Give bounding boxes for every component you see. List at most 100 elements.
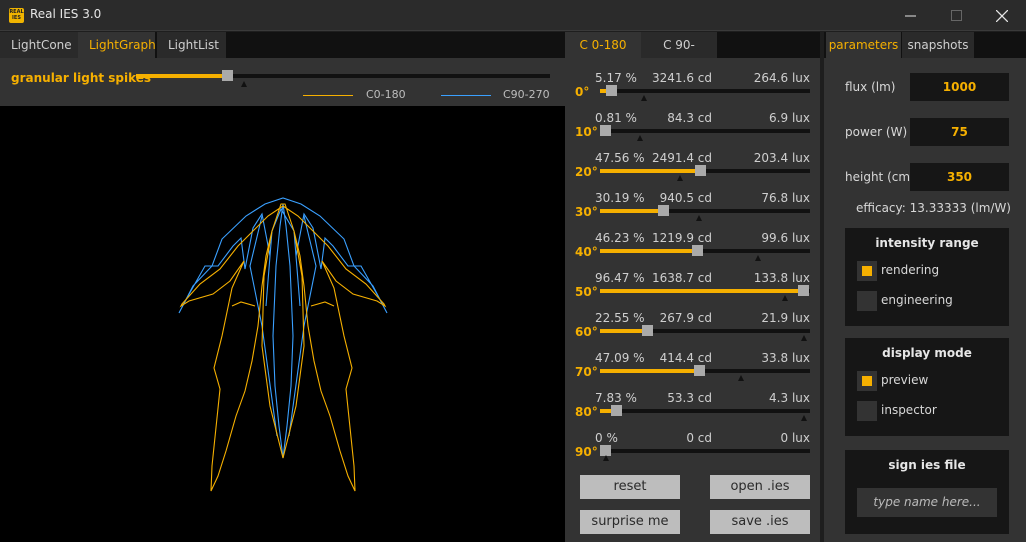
angle-row: 5.17 % 3241.6 cd 264.6 lux 0° [565, 58, 820, 101]
angle-lux: 33.8 lux [761, 351, 810, 365]
maximize-icon [950, 10, 962, 21]
title-bar: REAL IES Real IES 3.0 [0, 0, 1026, 31]
angle-slider[interactable] [600, 285, 810, 301]
angle-percent: 5.17 % [595, 71, 637, 85]
angle-slider[interactable] [600, 365, 810, 381]
spikes-slider-knob[interactable] [222, 70, 234, 81]
angle-slider-knob[interactable] [658, 205, 670, 216]
angle-slider-fill [600, 209, 664, 213]
angle-slider[interactable] [600, 245, 810, 261]
display-mode-group: display mode preview inspector [845, 338, 1009, 436]
angle-lux: 0 lux [780, 431, 811, 445]
reset-button[interactable]: reset [580, 475, 680, 499]
graph-header: granular light spikes C0-180 C90-270 [0, 58, 565, 106]
angle-percent: 7.83 % [595, 391, 637, 405]
rendering-checkbox[interactable] [857, 261, 877, 281]
app-logo-icon: REAL IES [9, 8, 24, 23]
angle-slider[interactable] [600, 325, 810, 341]
flux-field[interactable]: 1000 [910, 73, 1009, 101]
angle-candela: 2491.4 cd [651, 151, 712, 165]
curve-c0-180 [179, 203, 387, 492]
tab-c0-180[interactable]: C 0-180 [565, 32, 641, 58]
preview-checkbox[interactable] [857, 371, 877, 391]
rendering-label: rendering [881, 263, 940, 277]
angle-row: 46.23 % 1219.9 cd 99.6 lux 40° [565, 218, 820, 261]
angle-row: 47.09 % 414.4 cd 33.8 lux 70° [565, 338, 820, 381]
tab-lightlist[interactable]: LightList [157, 32, 226, 58]
angle-label: 80° [575, 405, 598, 419]
surprise-me-button[interactable]: surprise me [580, 510, 680, 534]
angle-row: 7.83 % 53.3 cd 4.3 lux 80° [565, 378, 820, 421]
power-label: power (W) [845, 125, 908, 139]
spikes-slider-fill [136, 74, 228, 78]
power-field[interactable]: 75 [910, 118, 1009, 146]
sign-ies-title: sign ies file [888, 458, 966, 472]
window-title: Real IES 3.0 [30, 7, 102, 21]
tab-lightcone[interactable]: LightCone [0, 32, 78, 58]
angle-slider-fill [600, 249, 698, 253]
angle-sliders-panel: 5.17 % 3241.6 cd 264.6 lux 0° 0.81 % 84.… [565, 58, 820, 542]
angle-row: 30.19 % 940.5 cd 76.8 lux 30° [565, 178, 820, 221]
inspector-checkbox[interactable] [857, 401, 877, 421]
angle-slider[interactable] [600, 85, 810, 101]
angle-candela: 53.3 cd [667, 391, 712, 405]
angle-slider[interactable] [600, 405, 810, 421]
angle-slider-knob[interactable] [797, 285, 809, 296]
tab-parameters[interactable]: parameters [826, 32, 901, 58]
angle-label: 60° [575, 325, 598, 339]
angle-row: 22.55 % 267.9 cd 21.9 lux 60° [565, 298, 820, 341]
right-tab-bar: parameters snapshots [824, 32, 1026, 58]
angle-slider-knob[interactable] [605, 85, 617, 96]
c-plane-tab-bar: C 0-180 C 90-270 [565, 32, 820, 78]
angle-candela: 1638.7 cd [651, 271, 712, 285]
angle-percent: 30.19 % [595, 191, 645, 205]
flux-label: flux (lm) [845, 80, 896, 94]
angle-lux: 203.4 lux [753, 151, 810, 165]
maximize-button[interactable] [933, 0, 979, 31]
tab-c90-270[interactable]: C 90-270 [641, 32, 717, 78]
tab-snapshots[interactable]: snapshots [902, 32, 974, 58]
angle-lux: 133.8 lux [753, 271, 810, 285]
close-button[interactable] [979, 0, 1025, 31]
legend-line-c90 [441, 95, 491, 96]
tab-lightgraph[interactable]: LightGraph [78, 32, 156, 58]
angle-slider[interactable] [600, 165, 810, 181]
engineering-checkbox[interactable] [857, 291, 877, 311]
angle-slider-fill [600, 169, 700, 173]
minimize-icon [904, 15, 916, 17]
minimize-button[interactable] [887, 0, 933, 31]
angle-label: 90° [575, 445, 598, 459]
polar-light-curve [178, 197, 388, 492]
open-ies-button[interactable]: open .ies [710, 475, 810, 499]
height-field[interactable]: 350 [910, 163, 1009, 191]
angle-percent: 47.09 % [595, 351, 645, 365]
angle-slider-knob[interactable] [694, 165, 706, 176]
angle-slider-fill [600, 289, 803, 293]
sign-name-input[interactable]: type name here... [857, 488, 997, 517]
angle-slider[interactable] [600, 125, 810, 141]
angle-row: 0.81 % 84.3 cd 6.9 lux 10° [565, 98, 820, 141]
angle-slider-knob[interactable] [600, 125, 611, 136]
angle-label: 0° [575, 85, 590, 99]
angle-label: 70° [575, 365, 598, 379]
angle-lux: 6.9 lux [769, 111, 810, 125]
angle-candela: 3241.6 cd [651, 71, 712, 85]
angle-slider-knob[interactable] [693, 365, 705, 376]
parameters-panel: flux (lm) 1000 power (W) 75 height (cm) … [824, 58, 1026, 542]
angle-slider-knob[interactable] [611, 405, 623, 416]
angle-slider-knob[interactable] [642, 325, 654, 336]
angle-candela: 84.3 cd [667, 111, 712, 125]
spikes-slider[interactable] [136, 70, 550, 81]
display-mode-title: display mode [882, 346, 972, 360]
efficacy-readout: efficacy: 13.33333 (lm/W) [856, 201, 1011, 215]
angle-lux: 21.9 lux [761, 311, 810, 325]
angle-slider-knob[interactable] [692, 245, 704, 256]
left-tab-bar: LightCone LightGraph LightList [0, 32, 565, 58]
angle-slider[interactable] [600, 445, 810, 461]
light-graph[interactable] [0, 106, 565, 542]
save-ies-button[interactable]: save .ies [710, 510, 810, 534]
angle-candela: 940.5 cd [659, 191, 712, 205]
curve-c90-270 [178, 197, 388, 459]
angle-slider[interactable] [600, 205, 810, 221]
angle-lux: 264.6 lux [753, 71, 810, 85]
